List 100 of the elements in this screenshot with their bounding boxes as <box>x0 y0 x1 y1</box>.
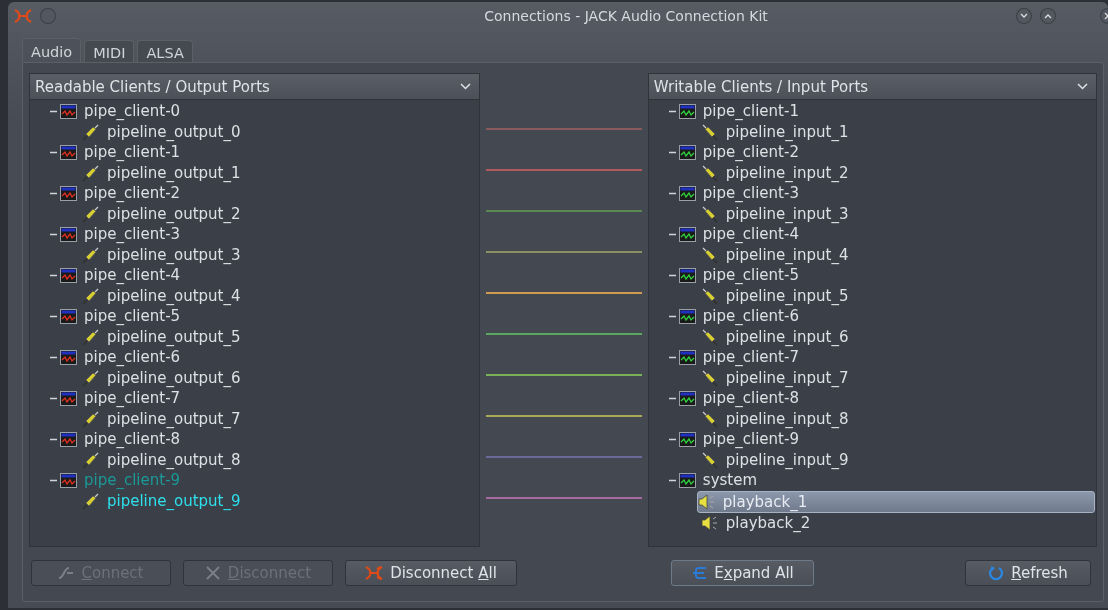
client-name[interactable]: pipe_client-2 <box>82 184 183 203</box>
client-name[interactable]: system <box>700 471 760 490</box>
port-row[interactable]: pipeline_input_8 <box>648 408 1096 429</box>
chevron-up-icon <box>1044 12 1052 19</box>
port-row[interactable]: pipeline_input_7 <box>648 367 1096 388</box>
client-window-icon <box>60 390 77 406</box>
client-name[interactable]: pipe_client-5 <box>700 266 801 285</box>
tab[interactable]: MIDI <box>84 39 135 62</box>
client-window-icon <box>60 308 77 324</box>
plug-icon <box>82 245 100 264</box>
expand-icon <box>691 566 708 580</box>
client-window-icon <box>678 390 696 406</box>
plug-icon <box>700 450 719 469</box>
port-row[interactable]: pipeline_input_1 <box>648 121 1096 142</box>
client-name[interactable]: pipe_client-4 <box>700 225 801 244</box>
plug-icon <box>82 163 100 182</box>
client-name[interactable]: pipe_client-2 <box>700 143 801 162</box>
plug-icon <box>700 163 719 182</box>
speaker-icon <box>697 492 716 511</box>
window-title: Connections - JACK Audio Connection Kit <box>483 7 769 24</box>
client-name[interactable]: pipe_client-7 <box>700 348 801 367</box>
tree-header[interactable]: Readable Clients / Output Ports <box>30 74 480 100</box>
client-window-icon <box>60 431 77 447</box>
plug-icon <box>700 368 719 387</box>
tab[interactable]: Audio <box>22 37 82 62</box>
client-name[interactable]: pipe_client-8 <box>700 389 801 408</box>
plug-icon <box>700 327 719 346</box>
disconnect-all-button[interactable]: Disconnect All <box>345 560 517 586</box>
client-name[interactable]: pipe_client-6 <box>700 307 801 326</box>
minimize-button[interactable] <box>1016 7 1032 24</box>
client-window-icon <box>678 144 696 160</box>
client-window-icon <box>60 472 77 488</box>
port-row[interactable]: pipeline_output_0 <box>30 121 480 142</box>
port-row[interactable]: pipeline_output_3 <box>30 244 480 265</box>
plug-icon <box>82 409 100 428</box>
client-name[interactable]: pipe_client-4 <box>82 266 183 285</box>
maximize-button[interactable] <box>1040 7 1056 24</box>
app-logo-icon <box>14 8 32 23</box>
port-row[interactable]: pipeline_input_4 <box>648 244 1096 265</box>
plug-icon <box>82 491 100 510</box>
port-row[interactable]: pipeline_output_6 <box>30 367 480 388</box>
client-window-icon <box>678 103 696 119</box>
chevron-down-icon <box>460 83 472 90</box>
port-row[interactable]: pipeline_output_9 <box>30 490 480 511</box>
client-window-icon <box>678 267 696 283</box>
refresh-icon <box>988 565 1005 581</box>
port-row[interactable]: pipeline_output_4 <box>30 285 480 306</box>
chevron-down-icon <box>1077 83 1088 90</box>
client-name[interactable]: pipe_client-9 <box>700 430 801 449</box>
plug-icon <box>82 204 100 223</box>
client-name[interactable]: pipe_client-3 <box>700 184 801 203</box>
plug-icon <box>82 327 100 346</box>
client-name[interactable]: pipe_client-5 <box>82 307 183 326</box>
port-row[interactable]: pipeline_input_2 <box>648 162 1096 183</box>
client-window-icon <box>678 185 696 201</box>
disconnect-icon <box>204 566 221 580</box>
port-row[interactable]: playback_2 <box>648 513 1096 534</box>
client-window-icon <box>60 185 77 201</box>
plug-icon <box>700 245 719 264</box>
plug-icon <box>82 122 100 141</box>
disconnect-icon <box>365 566 384 580</box>
plug-icon <box>82 368 100 387</box>
client-window-icon <box>60 144 77 160</box>
client-name[interactable]: pipe_client-1 <box>82 143 183 162</box>
tab[interactable]: ALSA <box>137 39 193 62</box>
refresh-button[interactable]: Refresh <box>965 560 1091 586</box>
port-row[interactable]: pipeline_output_5 <box>30 326 480 347</box>
client-name[interactable]: pipe_client-7 <box>82 389 183 408</box>
speaker-icon <box>700 514 719 533</box>
client-window-icon <box>678 226 696 242</box>
client-window-icon <box>60 267 77 283</box>
port-row[interactable]: pipeline_input_3 <box>648 203 1096 224</box>
port-row[interactable]: pipeline_output_2 <box>30 203 480 224</box>
client-window-icon <box>60 226 77 242</box>
client-name[interactable]: pipe_client-8 <box>82 430 183 449</box>
expand-button[interactable]: Expand All <box>671 560 814 586</box>
client-name[interactable]: pipe_client-6 <box>82 348 183 367</box>
plug-icon <box>700 122 719 141</box>
client-window-icon <box>678 349 696 365</box>
plug-icon <box>82 450 100 469</box>
plug-icon <box>700 409 719 428</box>
client-window-icon <box>60 103 77 119</box>
client-name[interactable]: pipe_client-3 <box>82 225 183 244</box>
client-window-icon <box>678 472 696 488</box>
client-window-icon <box>678 308 696 324</box>
client-name[interactable]: pipe_client-1 <box>700 102 801 121</box>
connect-icon <box>58 566 75 580</box>
port-row[interactable]: pipeline_output_8 <box>30 449 480 470</box>
port-row[interactable]: pipeline_input_5 <box>648 285 1096 306</box>
plug-icon <box>700 204 719 223</box>
tree-header[interactable]: Writable Clients / Input Ports <box>648 74 1096 100</box>
port-row[interactable]: pipeline_input_9 <box>648 449 1096 470</box>
port-row[interactable]: pipeline_output_7 <box>30 408 480 429</box>
port-row[interactable]: pipeline_input_6 <box>648 326 1096 347</box>
client-window-icon <box>60 349 77 365</box>
port-row[interactable]: pipeline_output_1 <box>30 162 480 183</box>
chevron-down-icon <box>1020 12 1028 19</box>
client-window-icon <box>678 431 696 447</box>
client-name[interactable]: pipe_client-0 <box>82 102 183 121</box>
plug-icon <box>700 286 719 305</box>
